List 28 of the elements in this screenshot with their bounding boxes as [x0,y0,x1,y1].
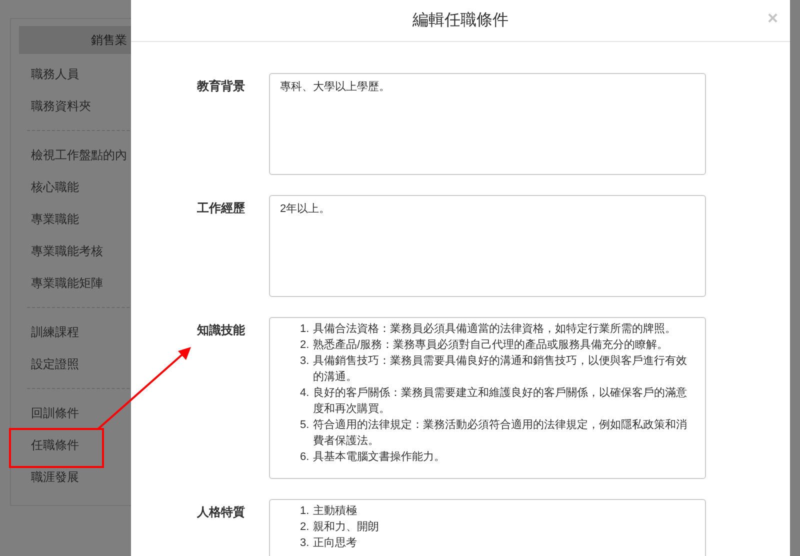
field-label: 知識技能 [197,322,245,338]
list-number: 3. [300,536,310,551]
list-item-text: 具備合法資格：業務員必須具備適當的法律資格，如特定行業所需的牌照。 [313,322,676,337]
list-number: 1. [300,504,310,519]
list-item-text: 具備銷售技巧：業務員需要具備良好的溝通和銷售技巧，以便與客戶進行有效的溝通。 [313,354,688,385]
list-number: 2. [300,338,310,353]
list-item-text: 良好的客戶關係：業務員需要建立和維護良好的客戶關係，以確保客戶的滿意度和再次購買。 [313,386,688,417]
list-item-text: 正向思考 [313,536,357,551]
list-item-text: 符合適用的法律規定：業務活動必須符合適用的法律規定，例如隱私政策和消費者保護法。 [313,418,688,449]
panel-title: 銷售業 [91,32,127,49]
text-area[interactable] [269,317,706,479]
list-item-text: 具基本電腦文書操作能力。 [313,450,445,465]
list-number: 5. [300,418,310,433]
text-area[interactable]: 2年以上。 [269,195,706,297]
field-label: 教育背景 [197,78,245,94]
list-number: 4. [300,386,310,401]
list-number: 2. [300,520,310,535]
modal-title: 編輯任職條件 [412,10,508,30]
list-number: 6. [300,450,310,465]
list-item-text: 主動積極 [313,504,357,519]
field-label: 人格特質 [197,504,245,520]
list-item-text: 親和力、開朗 [313,520,379,535]
list-item-text: 熟悉產品/服務：業務專員必須對自己代理的產品或服務具備充分的瞭解。 [313,338,668,353]
field-label: 工作經歷 [197,200,245,216]
list-number: 1. [300,322,310,337]
text-area[interactable]: 專科、大學以上學歷。 [269,73,706,175]
list-number: 3. [300,354,310,369]
text-area[interactable]: 1. 主動積極 2. 親和力、開朗 3. 正向思考 [269,499,706,556]
